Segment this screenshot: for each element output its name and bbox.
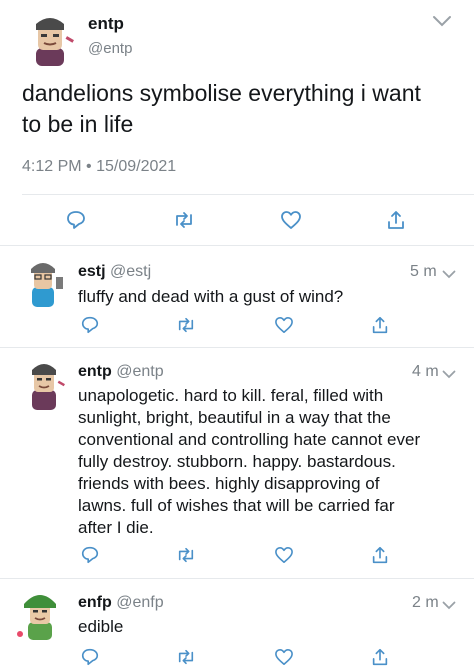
share-button[interactable] [382,206,410,234]
chevron-down-icon[interactable] [442,266,456,284]
like-button[interactable] [270,541,298,569]
retweet-icon [178,547,194,563]
retweet-button[interactable] [172,311,200,339]
reply-author-name[interactable]: entp [78,363,112,380]
reply-time: 2 m [412,594,439,611]
reply-author-handle[interactable]: @entp [116,363,163,380]
avatar-enfp[interactable] [12,588,68,644]
heart-icon [281,211,301,229]
chevron-down-icon[interactable] [432,14,452,32]
tweet-text-line: dandelions symbolise everything i want [22,80,421,106]
divider [22,194,474,195]
heart-icon [275,546,293,564]
avatar-entp[interactable] [20,358,68,414]
tweet-timestamp: 4:12 PM • 15/09/2021 [22,158,177,175]
reply-text-line: edible [78,617,124,636]
avatar-entp-main[interactable] [22,12,78,68]
reply-icon [81,648,99,666]
reply-button[interactable] [76,643,104,671]
reply-time: 4 m [412,363,439,380]
reply-text-line: lawns. full of wishes that will be carri… [78,496,395,515]
chevron-down-icon[interactable] [442,597,456,615]
retweet-button[interactable] [170,206,198,234]
share-icon [388,211,404,229]
reply-author-name[interactable]: enfp [78,594,112,611]
reply-icon [81,316,99,334]
author-handle[interactable]: @entp [88,40,132,57]
reply-text-line: unapologetic. hard to kill. feral, fille… [78,386,384,405]
heart-icon [275,316,293,334]
like-button[interactable] [277,206,305,234]
retweet-button[interactable] [172,643,200,671]
chevron-down-icon[interactable] [442,366,456,384]
reply-author-name[interactable]: estj [78,263,106,280]
retweet-icon [178,649,194,665]
reply-text-line: sunlight, bright, beautiful in a way tha… [78,408,391,427]
share-button[interactable] [366,643,394,671]
reply-button[interactable] [76,541,104,569]
reply-text-line: fluffy and dead with a gust of wind? [78,287,344,306]
reply-text-line: after I die. [78,518,154,537]
share-icon [372,546,388,564]
heart-icon [275,648,293,666]
retweet-icon [176,212,192,228]
retweet-button[interactable] [172,541,200,569]
divider [0,578,474,579]
avatar-estj[interactable] [20,257,66,313]
divider [0,245,474,246]
author-name[interactable]: entp [88,14,124,34]
retweet-icon [178,317,194,333]
reply-button[interactable] [62,206,90,234]
divider [0,347,474,348]
tweet-text-line: to be in life [22,111,134,137]
share-icon [372,648,388,666]
share-button[interactable] [366,311,394,339]
like-button[interactable] [270,643,298,671]
reply-button[interactable] [76,311,104,339]
reply-time: 5 m [410,263,437,280]
reply-text-line: friends with bees. highly disapproving o… [78,474,380,493]
like-button[interactable] [270,311,298,339]
reply-author-handle[interactable]: @enfp [116,594,163,611]
reply-text-line: conventional and controlling hate cannot… [78,430,421,449]
reply-text-line: fully destroy. stubborn. happy. bastardo… [78,452,396,471]
reply-icon [67,211,85,229]
reply-author-handle[interactable]: @estj [110,263,151,280]
share-button[interactable] [366,541,394,569]
share-icon [372,316,388,334]
reply-icon [81,546,99,564]
